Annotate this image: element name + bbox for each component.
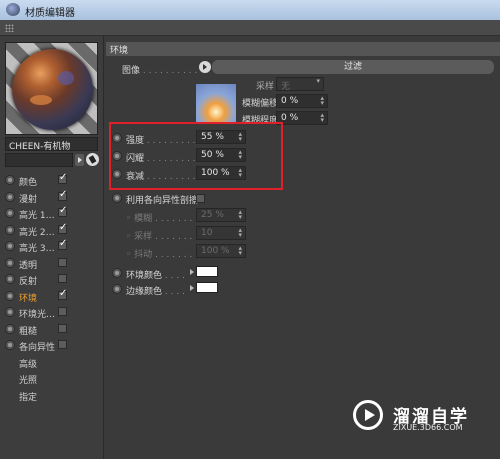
anisotropy-checkbox[interactable] [196,194,205,203]
channel-radio[interactable] [5,274,15,284]
channel-label: 指定 [19,392,38,403]
channel-checkbox[interactable] [58,189,67,201]
channel-radio[interactable] [5,323,15,334]
channel-item[interactable]: 环境光… [5,304,101,321]
material-preview[interactable] [5,42,98,135]
channel-checkbox[interactable] [58,222,67,234]
env-color-label: 环境颜色 . . . . [126,271,185,281]
channel-radio[interactable] [5,257,15,268]
image-load-arrow-icon[interactable] [199,61,211,73]
aniso-jitter-field[interactable]: 100 % ▴ ▾ [196,244,246,258]
anisotropy-row: 利用各向异性剖擦 [106,190,306,206]
sampling-label: 采样 [256,82,275,92]
material-search-row [5,153,99,167]
watermark: 溜溜自学 ZIXUE.3D66.COM [353,392,471,440]
channel-label: 反射 [19,277,38,287]
channel-radio[interactable] [5,307,15,317]
section-header: 环境 [106,42,500,56]
window-title: 材质编辑器 [25,8,75,19]
channel-item[interactable]: 各向异性 [5,337,101,354]
channel-item[interactable]: 高级 [5,354,101,371]
channel-checkbox[interactable] [58,307,67,316]
sphere-highlight [30,95,52,105]
channel-label: 高光 1… [19,211,55,221]
aniso-jitter-label: ◦ 抖动 . . . . . . . . . [126,250,204,260]
grip-icon[interactable] [5,24,14,32]
channel-label: 透明 [19,260,38,271]
toolbar [0,20,500,36]
channel-item[interactable]: 环境 [5,288,101,305]
channel-label: 环境 [19,293,38,304]
sphere-shade [58,71,74,85]
channel-label: 粗糙 [19,326,38,337]
edge-color-swatch[interactable] [196,282,218,293]
picker-icon[interactable] [86,153,99,166]
edge-color-label: 边缘颜色 . . . . [126,287,185,297]
anisotropy-radio[interactable] [112,193,122,203]
aniso-blur-field[interactable]: 25 % ▴ ▾ [196,208,246,222]
channel-item[interactable]: 高光 2… [5,222,101,239]
channel-label: 环境光… [19,310,56,320]
channel-item[interactable]: 透明 [5,255,101,272]
channel-radio[interactable] [5,208,15,218]
sampling-select[interactable]: 无 ▾ [276,77,324,92]
play-logo-icon [353,400,383,430]
anisotropy-label: 利用各向异性剖擦 [126,196,199,206]
blur-offset-label: 模糊偏移 [242,99,279,109]
channel-radio[interactable] [5,241,15,251]
channel-item[interactable]: 高光 3… [5,238,101,255]
material-search-input[interactable] [5,153,73,167]
blur-offset-field[interactable]: 0 % ▴ ▾ [276,94,328,108]
channel-item[interactable]: 粗糙 [5,321,101,338]
material-name[interactable]: CHEEN-有机物 [5,137,98,152]
env-color-swatch[interactable] [196,266,218,277]
watermark-url: ZIXUE.3D66.COM [393,423,463,432]
channel-label: 颜色 [19,178,38,188]
channel-label: 高光 2… [19,227,55,238]
title-bar: 材质编辑器 [0,0,500,20]
channel-item[interactable]: 光照 [5,370,101,387]
env-color-radio[interactable] [112,268,122,278]
channel-checkbox[interactable] [58,274,67,283]
channel-item[interactable]: 漫射 [5,189,101,206]
aniso-sample-label: ◦ 采样 . . . . . . . . . [126,232,204,242]
channel-label: 高级 [19,359,38,370]
channel-radio[interactable] [5,191,15,202]
channel-checkbox[interactable] [58,238,67,250]
blur-degree-field[interactable]: 0 % ▴ ▾ [276,111,328,125]
channel-panel: CHEEN-有机物 颜色漫射高光 1… 高光 2… 高光 3… 透明反射环境环境光… 粗… [0,36,104,459]
channel-radio[interactable] [5,290,15,301]
app-icon [6,3,20,16]
channel-label: 光照 [19,376,38,386]
channel-checkbox[interactable] [58,288,67,300]
channel-checkbox[interactable] [58,340,67,349]
aniso-blur-label: ◦ 模糊 . . . . . . . . . [126,214,204,224]
channel-radio[interactable] [5,340,15,350]
filter-button[interactable]: 过滤 [212,60,494,74]
channel-item[interactable]: 反射 [5,271,101,288]
channel-item[interactable]: 指定 [5,387,101,404]
edge-color-expand-icon[interactable] [190,285,194,291]
channel-radio[interactable] [5,175,15,185]
channel-checkbox[interactable] [58,323,67,333]
texture-thumbnail[interactable] [196,84,236,124]
edge-color-radio[interactable] [112,284,122,294]
channel-label: 高光 3… [19,244,55,254]
image-label: 图像 . . . . . . . . . . [122,66,198,76]
channel-checkbox[interactable] [58,257,67,267]
env-color-expand-icon[interactable] [190,269,194,275]
channel-item[interactable]: 高光 1… [5,205,101,222]
channel-checkbox[interactable] [58,172,67,184]
channel-label: 漫射 [19,194,38,205]
play-arrow-icon[interactable] [75,154,84,166]
channel-item[interactable]: 颜色 [5,172,101,189]
highlight-box [109,122,283,190]
channel-radio[interactable] [5,224,15,235]
aniso-sample-field[interactable]: 10 ▴ ▾ [196,226,246,240]
channel-checkbox[interactable] [58,205,67,217]
channel-label: 各向异性 [19,343,56,353]
channel-list: 颜色漫射高光 1… 高光 2… 高光 3… 透明反射环境环境光… 粗糙各向异性高级光照指… [5,172,101,403]
preview-sphere [12,49,93,130]
